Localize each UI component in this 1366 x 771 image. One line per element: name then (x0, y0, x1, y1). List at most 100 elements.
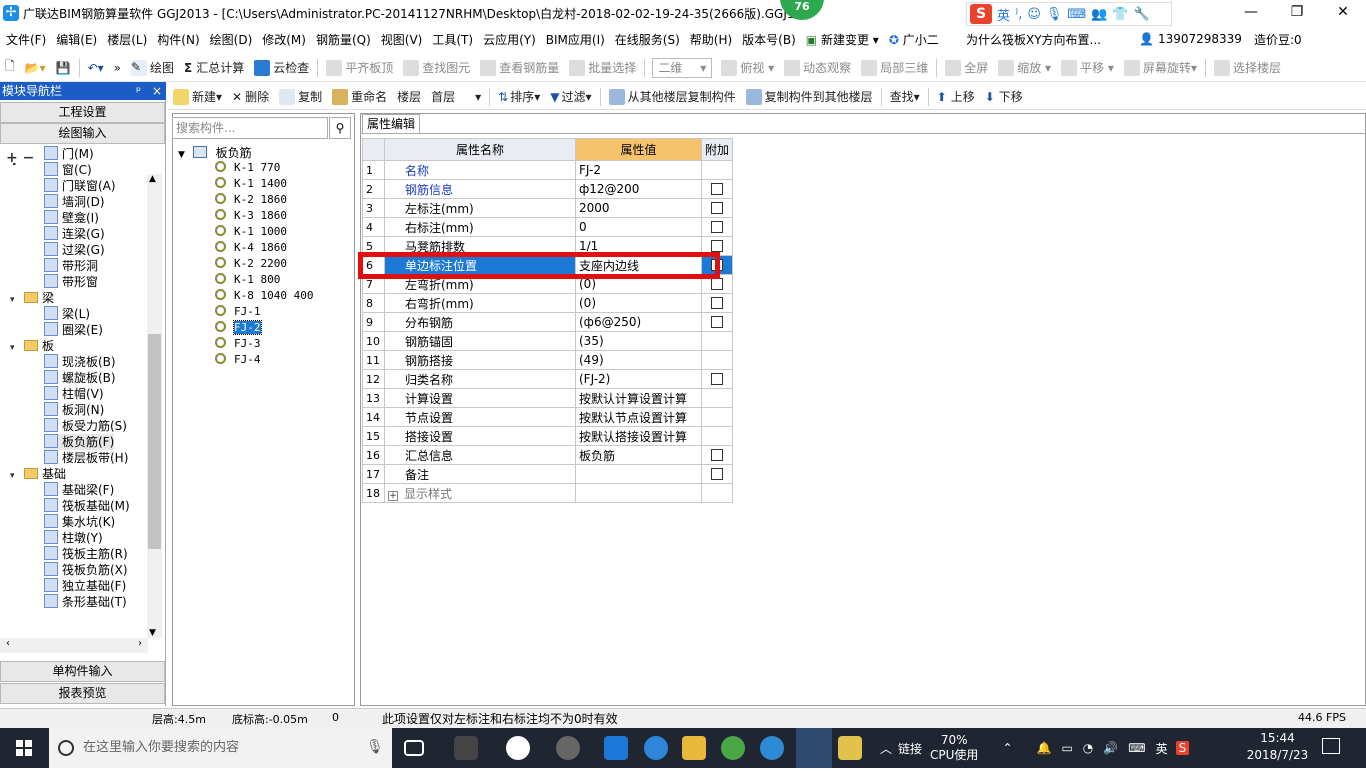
property-value[interactable] (575, 483, 702, 503)
component-list-item[interactable]: FJ-1 (215, 304, 261, 320)
property-row[interactable]: 15 搭接设置 按默认搭接设置计算 (362, 426, 734, 446)
ime-mode[interactable]: 英 (997, 5, 1010, 24)
sogou-tray-icon[interactable]: S (1175, 741, 1190, 755)
notification-bell-icon[interactable]: 🔔 (1037, 741, 1052, 755)
coins-label[interactable]: 造价豆:0 (1254, 31, 1302, 48)
menu-help[interactable]: 帮助(H) (684, 31, 736, 48)
tree-item[interactable]: 条形基础(T) (44, 594, 127, 610)
tree-item[interactable]: 壁龛(I) (44, 210, 99, 226)
menu-edit[interactable]: 编辑(E) (50, 31, 101, 48)
component-list-item[interactable]: K-4 1860 (215, 240, 287, 256)
component-list-item[interactable]: K-1 800 (215, 272, 280, 288)
component-list-item[interactable]: K-3 1860 (215, 208, 287, 224)
show-hidden-icon[interactable]: ⌃ (1002, 741, 1012, 755)
scroll-up-icon[interactable]: ▲ (149, 174, 156, 184)
search-icon[interactable]: ⚲ (329, 117, 351, 139)
property-value[interactable]: (ф6@250) (575, 312, 702, 332)
expand-plus-icon[interactable]: + (388, 490, 398, 501)
minimize-button[interactable]: — (1228, 0, 1274, 26)
component-list-item[interactable]: FJ-3 (215, 336, 261, 352)
ie-icon[interactable] (644, 736, 668, 760)
rename-button[interactable]: 重命名 (327, 88, 392, 105)
tree-item[interactable]: 柱墩(Y) (44, 530, 103, 546)
zoom-button[interactable]: 缩放 ▾ (993, 59, 1056, 76)
sogou-ime-icon[interactable]: S (970, 4, 992, 24)
taskbar-search-input[interactable]: 在这里输入你要搜索的内容 (49, 728, 392, 768)
collapse-icon[interactable]: ▼ (178, 150, 185, 160)
property-value[interactable]: (35) (575, 331, 702, 351)
volume-icon[interactable]: 🔊 (1103, 741, 1118, 755)
property-value[interactable]: 2000 (575, 198, 702, 218)
scroll-left-icon[interactable]: ‹ (6, 638, 10, 649)
tree-horizontal-scrollbar[interactable]: ‹ › (0, 638, 148, 653)
ggj-app-taskbar-button[interactable] (796, 728, 832, 768)
menu-bim[interactable]: BIM应用(I) (540, 31, 609, 48)
ime-keyboard-icon[interactable]: ⌨ (1067, 7, 1086, 22)
property-row[interactable]: 14 节点设置 按默认节点设置计算 (362, 407, 734, 427)
collapse-icon[interactable]: ▾ (10, 468, 20, 484)
pan-button[interactable]: 平移 ▾ (1056, 59, 1119, 76)
view-rebar-button[interactable]: 查看钢筋量 (475, 59, 564, 76)
attach-checkbox[interactable] (711, 240, 723, 252)
menu-view[interactable]: 视图(V) (375, 31, 427, 48)
start-button[interactable] (0, 728, 48, 768)
single-component-button[interactable]: 单构件输入 (0, 661, 165, 682)
attach-checkbox[interactable] (711, 297, 723, 309)
menu-guangxiaoer[interactable]: ✪ 广小二 (883, 31, 943, 48)
component-list-item[interactable]: K-1 1000 (215, 224, 287, 240)
property-value[interactable]: (FJ-2) (575, 369, 702, 389)
tree-item[interactable]: 带形洞 (44, 258, 98, 274)
property-value[interactable]: 按默认搭接设置计算 (575, 426, 702, 446)
tree-item[interactable]: 基础梁(F) (44, 482, 114, 498)
move-down-button[interactable]: ⬇ 下移 (980, 88, 1028, 105)
network-icon[interactable]: ◔ (1083, 741, 1093, 755)
task-view-icon[interactable] (404, 740, 424, 756)
component-list-item[interactable]: K-8 1040 400 (215, 288, 313, 304)
ime-voice-icon[interactable]: 🎙 (1046, 7, 1063, 22)
tree-item[interactable]: 窗(C) (44, 162, 92, 178)
tree-item[interactable]: 筏板负筋(X) (44, 562, 128, 578)
copy-component-button[interactable]: 复制 (274, 88, 327, 105)
copy-to-floor-button[interactable]: 复制构件到其他楼层 (741, 88, 878, 105)
find-button[interactable]: 查找 ▾ (885, 88, 925, 105)
tree-group[interactable]: ▾ 梁 (10, 290, 54, 306)
tree-group[interactable]: ▾ 板 (10, 338, 54, 354)
batch-select-button[interactable]: 批量选择 (564, 59, 641, 76)
app-green-icon[interactable] (721, 736, 745, 760)
property-row[interactable]: 4 右标注(mm) 0 (362, 217, 734, 237)
menu-file[interactable]: 文件(F) (0, 31, 50, 48)
view-mode-select[interactable]: 二维 ▾ (652, 57, 713, 78)
scrollbar-thumb[interactable] (148, 334, 161, 549)
attach-checkbox[interactable] (711, 468, 723, 480)
collapse-icon[interactable]: ▾ (10, 340, 20, 356)
tray-chevron-icon[interactable]: ︿ (880, 740, 892, 757)
attach-checkbox[interactable] (711, 183, 723, 195)
project-settings-button[interactable]: 工程设置 (0, 102, 165, 123)
menu-tools[interactable]: 工具(T) (426, 31, 477, 48)
menu-version[interactable]: 版本号(B) (736, 31, 800, 48)
floor-select[interactable]: 首层 ▾ (426, 88, 486, 105)
new-file-icon[interactable]: 🗋 (0, 57, 20, 78)
cpu-meter[interactable]: 70% CPU使用 (930, 733, 978, 763)
property-value[interactable]: (0) (575, 293, 702, 313)
ime-tools-icon[interactable]: 🔧 (1134, 7, 1150, 22)
tree-item[interactable]: 过梁(G) (44, 242, 105, 258)
property-row[interactable]: 18 + 显示样式 (362, 483, 734, 503)
tree-item[interactable]: 集水坑(K) (44, 514, 115, 530)
tray-link[interactable]: 链接 (898, 740, 922, 757)
menu-modify[interactable]: 修改(M) (256, 31, 310, 48)
language-indicator[interactable]: 英 (1156, 740, 1168, 757)
app-g-icon[interactable] (760, 736, 784, 760)
sum-calc-button[interactable]: Σ 汇总计算 (179, 59, 249, 76)
attach-checkbox[interactable] (711, 278, 723, 290)
collapse-icon[interactable]: ▾ (10, 292, 20, 308)
copy-from-floor-button[interactable]: 从其他楼层复制构件 (604, 88, 741, 105)
tree-root-node[interactable]: ▼ 板负筋 (178, 144, 252, 161)
tree-item[interactable]: 楼层板带(H) (44, 450, 128, 466)
attach-checkbox[interactable] (711, 449, 723, 461)
panel-close-icon[interactable]: × (152, 82, 162, 100)
menu-online[interactable]: 在线服务(S) (609, 31, 684, 48)
tree-vertical-scrollbar[interactable]: ▲ ▼ (147, 174, 162, 638)
component-list-item[interactable]: K-1 1400 (215, 176, 287, 192)
select-floor-button[interactable]: 选择楼层 (1209, 59, 1286, 76)
